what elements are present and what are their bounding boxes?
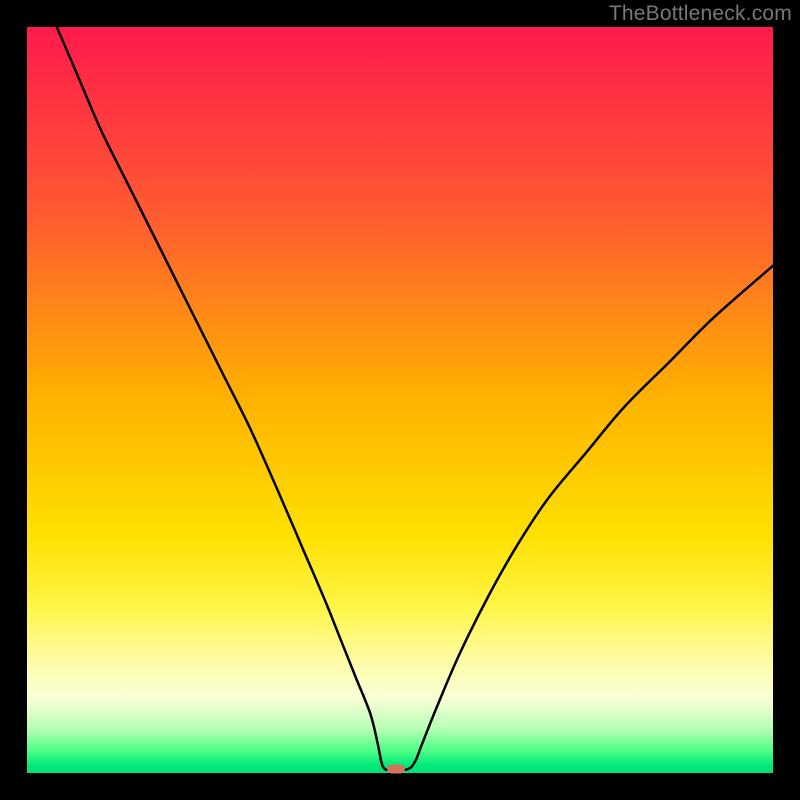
- plot-area: [27, 27, 773, 773]
- bottleneck-curve: [27, 27, 773, 773]
- minimum-marker: [387, 765, 405, 774]
- watermark-text: TheBottleneck.com: [609, 2, 792, 26]
- chart-frame: TheBottleneck.com: [0, 0, 800, 800]
- curve-path: [57, 27, 773, 770]
